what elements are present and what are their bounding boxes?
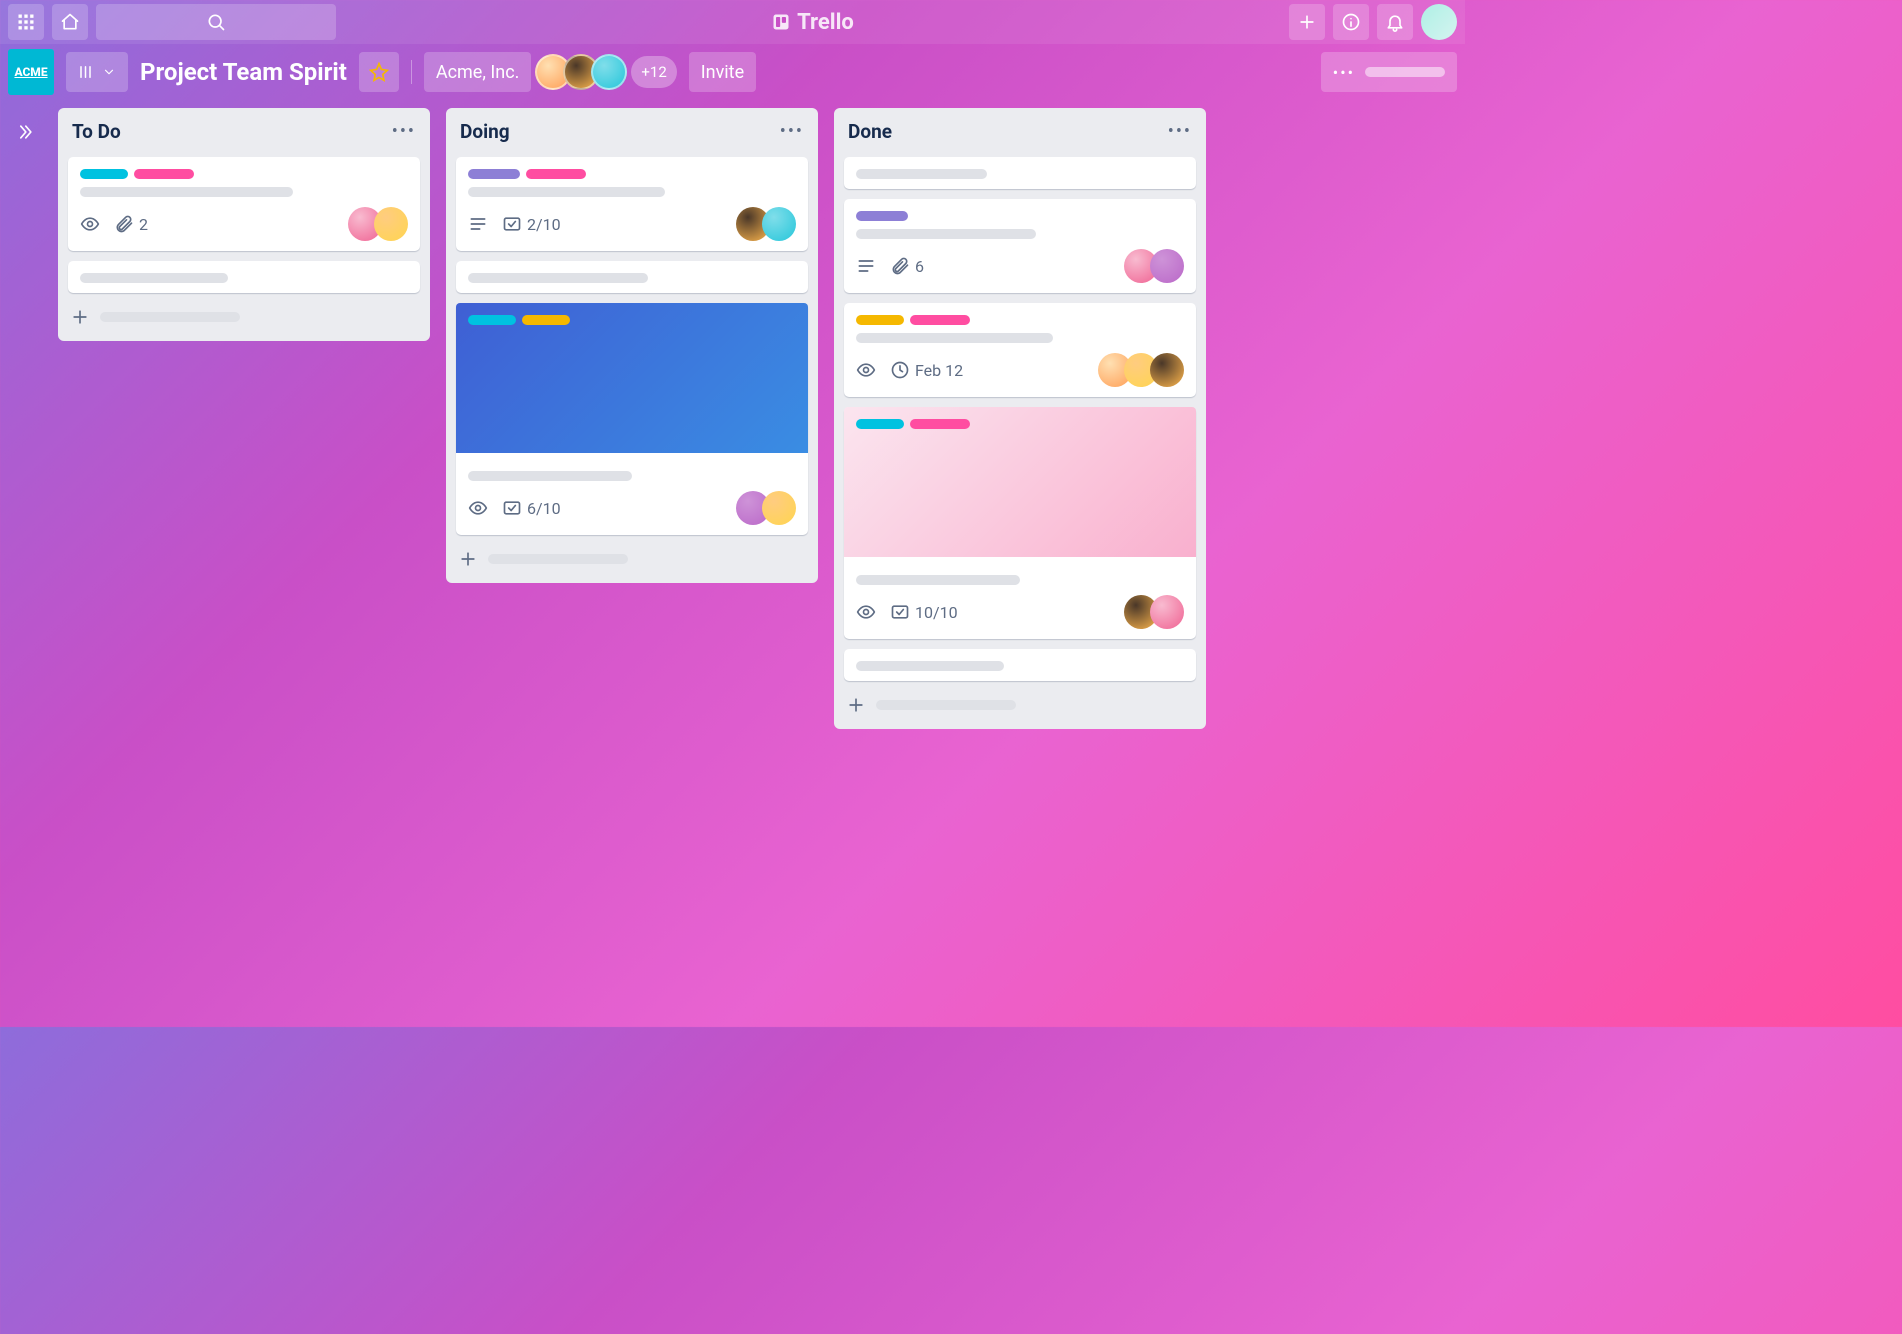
list-menu-button[interactable]: •••	[780, 121, 804, 142]
due-date-badge: Feb 12	[890, 360, 963, 380]
eye-icon	[856, 602, 876, 622]
apps-grid-icon	[16, 12, 36, 32]
list-done: Done ••• 6	[834, 108, 1206, 729]
checklist-badge: 10/10	[890, 602, 958, 622]
home-button[interactable]	[52, 4, 88, 40]
info-button[interactable]	[1333, 4, 1369, 40]
board-lists: To Do ••• 2	[50, 108, 1214, 1019]
card-members	[356, 207, 408, 241]
description-badge	[468, 214, 488, 234]
list-doing: Doing ••• 2/10	[446, 108, 818, 583]
card[interactable]: 2	[68, 157, 420, 251]
list-menu-button[interactable]: •••	[392, 121, 416, 142]
list-title[interactable]: To Do	[72, 120, 121, 143]
app-switcher-button[interactable]	[8, 4, 44, 40]
user-avatar[interactable]	[1421, 4, 1457, 40]
workspace-label: Acme, Inc.	[436, 62, 520, 83]
paperclip-icon	[890, 256, 910, 276]
search-input[interactable]	[96, 4, 336, 40]
add-card-button[interactable]	[68, 303, 420, 331]
checklist-badge: 6/10	[502, 498, 561, 518]
checklist-badge: 2/10	[502, 214, 561, 234]
board-content: To Do ••• 2	[0, 100, 1465, 1027]
board-header: ACME Project Team Spirit Acme, Inc. +12 …	[0, 44, 1465, 100]
workspace-logo[interactable]: ACME	[8, 49, 54, 95]
list-title[interactable]: Doing	[460, 120, 510, 143]
plus-icon	[70, 307, 90, 327]
board-menu-button[interactable]: •••	[1321, 52, 1457, 92]
card[interactable]	[68, 261, 420, 293]
board-view-switcher[interactable]	[66, 52, 128, 92]
sidebar-collapsed	[0, 108, 50, 1019]
card[interactable]: 2/10	[456, 157, 808, 251]
eye-icon	[80, 214, 100, 234]
bell-icon	[1385, 12, 1405, 32]
watch-badge	[856, 602, 876, 622]
add-card-button[interactable]	[456, 545, 808, 573]
card-cover	[844, 407, 1196, 557]
watch-badge	[80, 214, 100, 234]
star-icon	[369, 62, 389, 82]
attachments-badge: 2	[114, 214, 148, 234]
clock-icon	[890, 360, 910, 380]
divider	[411, 60, 412, 84]
checklist-icon	[502, 214, 522, 234]
board-members[interactable]: +12	[543, 54, 676, 90]
add-button[interactable]	[1289, 4, 1325, 40]
card[interactable]	[844, 157, 1196, 189]
board-icon	[78, 63, 96, 81]
home-icon	[60, 12, 80, 32]
search-icon	[206, 12, 226, 32]
invite-button[interactable]: Invite	[689, 52, 756, 92]
card[interactable]	[456, 261, 808, 293]
description-icon	[856, 256, 876, 276]
trello-icon	[771, 12, 791, 32]
eye-icon	[468, 498, 488, 518]
brand-name: Trello	[797, 10, 854, 35]
description-badge	[856, 256, 876, 276]
info-icon	[1341, 12, 1361, 32]
plus-icon	[1297, 12, 1317, 32]
checklist-icon	[890, 602, 910, 622]
card[interactable]	[844, 649, 1196, 681]
notifications-button[interactable]	[1377, 4, 1413, 40]
list-todo: To Do ••• 2	[58, 108, 430, 341]
watch-badge	[468, 498, 488, 518]
more-members-badge[interactable]: +12	[631, 56, 676, 88]
star-board-button[interactable]	[359, 52, 399, 92]
member-avatar[interactable]	[591, 54, 627, 90]
add-card-button[interactable]	[844, 691, 1196, 719]
card[interactable]: 6	[844, 199, 1196, 293]
brand-logo: Trello	[344, 10, 1281, 35]
list-title[interactable]: Done	[848, 120, 892, 143]
chevron-right-double-icon	[15, 122, 35, 142]
workspace-button[interactable]: Acme, Inc.	[424, 52, 532, 92]
expand-sidebar-button[interactable]	[9, 116, 41, 148]
watch-badge	[856, 360, 876, 380]
card[interactable]: Feb 12	[844, 303, 1196, 397]
board-title[interactable]: Project Team Spirit	[140, 58, 347, 86]
paperclip-icon	[114, 214, 134, 234]
plus-icon	[458, 549, 478, 569]
top-nav: Trello	[0, 0, 1465, 44]
description-icon	[468, 214, 488, 234]
eye-icon	[856, 360, 876, 380]
chevron-down-icon	[102, 65, 116, 79]
plus-icon	[846, 695, 866, 715]
card-cover	[456, 303, 808, 453]
invite-label: Invite	[701, 62, 744, 83]
card[interactable]: 10/10	[844, 407, 1196, 639]
checklist-icon	[502, 498, 522, 518]
card-labels	[80, 169, 408, 179]
card[interactable]: 6/10	[456, 303, 808, 535]
attachments-badge: 6	[890, 256, 924, 276]
list-menu-button[interactable]: •••	[1168, 121, 1192, 142]
